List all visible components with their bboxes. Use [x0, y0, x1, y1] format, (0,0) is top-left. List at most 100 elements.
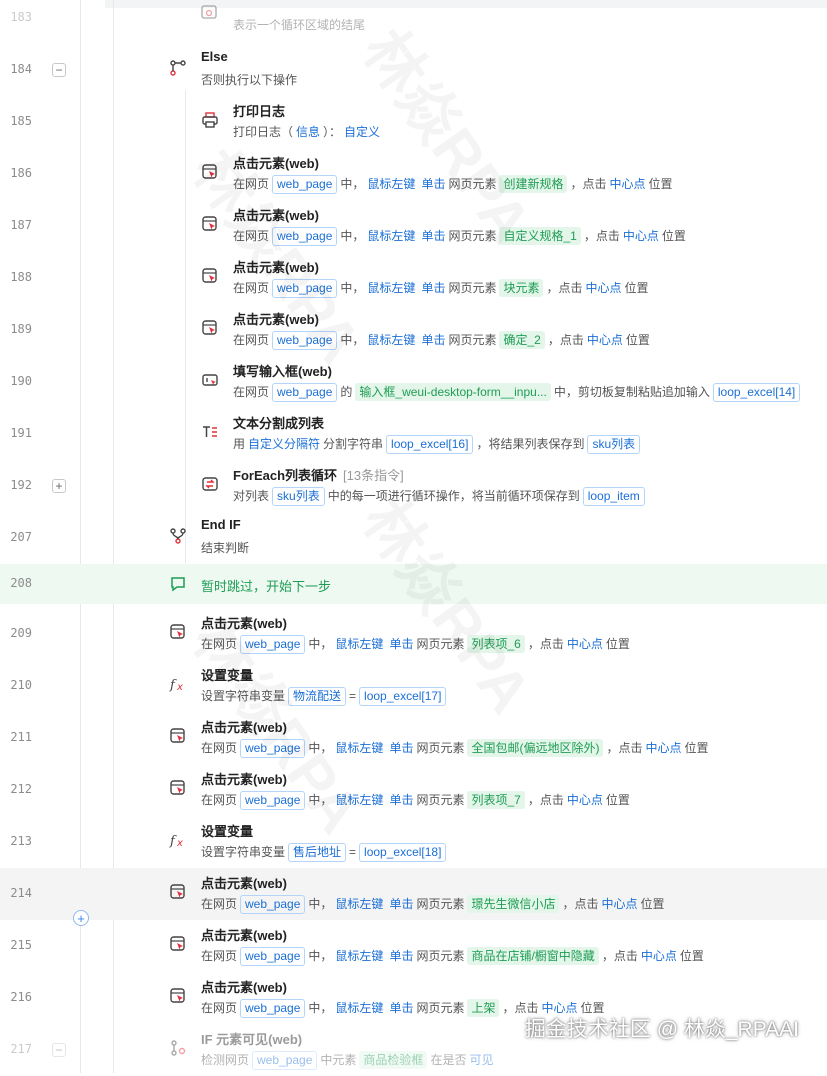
- variable-tag[interactable]: web_page: [272, 227, 338, 246]
- option-link[interactable]: 中心点: [586, 281, 622, 295]
- click-element-icon: [169, 883, 187, 901]
- variable-tag[interactable]: web_page: [272, 175, 338, 194]
- option-link[interactable]: 单击: [421, 281, 445, 295]
- element-tag[interactable]: 列表项_6: [467, 635, 525, 653]
- step-row[interactable]: 209 点击元素(web) 在网页 web_page 中， 鼠标左键 单击 网页元素 列表项_6…: [0, 608, 827, 660]
- option-link[interactable]: 单击: [389, 793, 413, 807]
- variable-tag[interactable]: loop_item: [582, 487, 645, 506]
- description-text: 位置: [605, 637, 630, 651]
- step-row[interactable]: 215 点击元素(web) 在网页 web_page 中， 鼠标左键 单击 网页元素 商品在店铺…: [0, 920, 827, 972]
- option-link[interactable]: 中心点: [645, 741, 681, 755]
- variable-tag[interactable]: loop_excel[18]: [359, 843, 447, 862]
- element-tag[interactable]: 全国包邮(偏远地区除外): [467, 739, 604, 757]
- step-row[interactable]: 192 + ForEach列表循环 [13条指令] 对列表 sku列表 中的每一项进行循环操…: [0, 460, 827, 512]
- option-link[interactable]: 鼠标左键: [335, 793, 383, 807]
- printer-icon: [201, 111, 219, 129]
- variable-tag[interactable]: sku列表: [587, 435, 641, 454]
- step-row[interactable]: 187 点击元素(web) 在网页 web_page 中， 鼠标左键 单击 网页元素 自定义规格…: [0, 200, 827, 252]
- variable-tag[interactable]: web_page: [240, 739, 306, 758]
- step-row[interactable]: 212 点击元素(web) 在网页 web_page 中， 鼠标左键 单击 网页元素 列表项_7…: [0, 764, 827, 816]
- variable-tag[interactable]: web_page: [272, 331, 338, 350]
- end-if-icon: [169, 527, 187, 545]
- option-link[interactable]: 单击: [389, 949, 413, 963]
- variable-tag[interactable]: 售后地址: [288, 843, 347, 862]
- step-row[interactable]: 184 − Else 否则执行以下操作: [0, 44, 827, 96]
- description-text: ，点击: [527, 793, 564, 807]
- variable-tag[interactable]: web_page: [272, 383, 338, 402]
- element-tag[interactable]: 商品在店铺/橱窗中隐藏: [467, 947, 599, 965]
- step-row[interactable]: 186 点击元素(web) 在网页 web_page 中， 鼠标左键 单击 网页元素 创建新规格…: [0, 148, 827, 200]
- step-row[interactable]: 211 点击元素(web) 在网页 web_page 中， 鼠标左键 单击 网页元素 全国包邮(…: [0, 712, 827, 764]
- option-link[interactable]: 中心点: [587, 333, 623, 347]
- variable-tag[interactable]: web_page: [240, 791, 306, 810]
- step-row[interactable]: 189 点击元素(web) 在网页 web_page 中， 鼠标左键 单击 网页元素 确定_2，…: [0, 304, 827, 356]
- option-link[interactable]: 信息: [296, 125, 320, 139]
- option-link[interactable]: 鼠标左键: [367, 229, 415, 243]
- option-link[interactable]: 鼠标左键: [335, 897, 383, 911]
- variable-tag[interactable]: web_page: [240, 895, 306, 914]
- variable-tag[interactable]: sku列表: [272, 487, 325, 506]
- description-text: 中，: [308, 949, 333, 963]
- option-link[interactable]: 自定义: [344, 125, 380, 139]
- element-tag[interactable]: 璟先生微信小店: [467, 895, 560, 913]
- variable-tag[interactable]: 物流配送: [288, 687, 347, 706]
- option-link[interactable]: 中心点: [610, 177, 646, 191]
- step-row[interactable]: 190 填写输入框(web) 在网页 web_page 的输入框_weui-deskto…: [0, 356, 827, 408]
- element-tag[interactable]: 上架: [467, 999, 500, 1017]
- collapse-toggle[interactable]: −: [52, 63, 66, 77]
- option-link[interactable]: 中心点: [567, 637, 603, 651]
- element-tag[interactable]: 确定_2: [499, 331, 545, 349]
- option-link[interactable]: 鼠标左键: [335, 741, 383, 755]
- element-tag[interactable]: 输入框_weui-desktop-form__inpu...: [355, 383, 551, 401]
- variable-tag[interactable]: web_page: [240, 947, 306, 966]
- element-tag[interactable]: 列表项_7: [467, 791, 525, 809]
- option-link[interactable]: 单击: [389, 897, 413, 911]
- option-link[interactable]: 可见: [469, 1053, 493, 1067]
- variable-tag[interactable]: web_page: [240, 635, 306, 654]
- element-tag[interactable]: 块元素: [499, 279, 544, 297]
- comment-row[interactable]: 208 暂时跳过，开始下一步: [0, 564, 827, 604]
- option-link[interactable]: 鼠标左键: [367, 281, 415, 295]
- variable-tag[interactable]: web_page: [252, 1051, 318, 1070]
- step-row[interactable]: 185 打印日志 打印日志（ 信息）： 自定义: [0, 96, 827, 148]
- variable-tag[interactable]: web_page: [240, 999, 306, 1018]
- comment-icon: [169, 575, 187, 593]
- option-link[interactable]: 中心点: [641, 949, 677, 963]
- option-link[interactable]: 鼠标左键: [335, 637, 383, 651]
- element-tag[interactable]: 自定义规格_1: [499, 227, 581, 245]
- collapse-toggle[interactable]: −: [52, 1043, 66, 1057]
- variable-tag[interactable]: loop_excel[14]: [712, 383, 801, 402]
- option-link[interactable]: 中心点: [602, 897, 638, 911]
- step-description: 打印日志（ 信息）： 自定义: [233, 123, 383, 140]
- description-text: 中，剪切板复制粘贴追加输入: [553, 385, 710, 399]
- step-row[interactable]: 210 f x 设置变量 设置字符串变量 物流配送 = loop_excel[17]: [0, 660, 827, 712]
- step-row[interactable]: 207 End IF 结束判断: [0, 512, 827, 564]
- step-row[interactable]: 213 f x 设置变量 设置字符串变量 售后地址 = loop_excel[18]: [0, 816, 827, 868]
- option-link[interactable]: 鼠标左键: [367, 333, 415, 347]
- option-link[interactable]: 中心点: [567, 793, 603, 807]
- variable-tag[interactable]: loop_excel[17]: [359, 687, 447, 706]
- step-row[interactable]: 214 点击元素(web) 在网页 web_page 中， 鼠标左键 单击 网页元素 璟先生微信…: [0, 868, 827, 920]
- step-row[interactable]: 188 点击元素(web) 在网页 web_page 中， 鼠标左键 单击 网页元素 块元素 ，点…: [0, 252, 827, 304]
- add-step-button[interactable]: +: [73, 910, 89, 926]
- option-link[interactable]: 鼠标左键: [335, 1001, 383, 1015]
- element-tag[interactable]: 创建新规格: [499, 175, 568, 193]
- option-link[interactable]: 单击: [389, 741, 413, 755]
- line-number: 213: [10, 834, 32, 848]
- option-link[interactable]: 单击: [389, 1001, 413, 1015]
- step-row[interactable]: 191 文本分割成列表用自定义分隔符 分割字符串 loop_excel[16] ，将结果…: [0, 408, 827, 460]
- element-tag[interactable]: 商品检验框: [359, 1051, 428, 1069]
- option-link[interactable]: 中心点: [623, 229, 659, 243]
- variable-tag[interactable]: loop_excel[16]: [386, 435, 474, 454]
- option-link[interactable]: 自定义分隔符: [248, 437, 320, 451]
- option-link[interactable]: 单击: [421, 177, 445, 191]
- variable-tag[interactable]: web_page: [272, 279, 338, 298]
- option-link[interactable]: 单击: [389, 637, 413, 651]
- expand-toggle[interactable]: +: [52, 479, 66, 493]
- option-link[interactable]: 单击: [421, 333, 445, 347]
- option-link[interactable]: 单击: [421, 229, 445, 243]
- step-description: 结束判断: [201, 539, 249, 556]
- option-link[interactable]: 鼠标左键: [335, 949, 383, 963]
- option-link[interactable]: 鼠标左键: [367, 177, 415, 191]
- description-text: 在网页: [201, 949, 238, 963]
